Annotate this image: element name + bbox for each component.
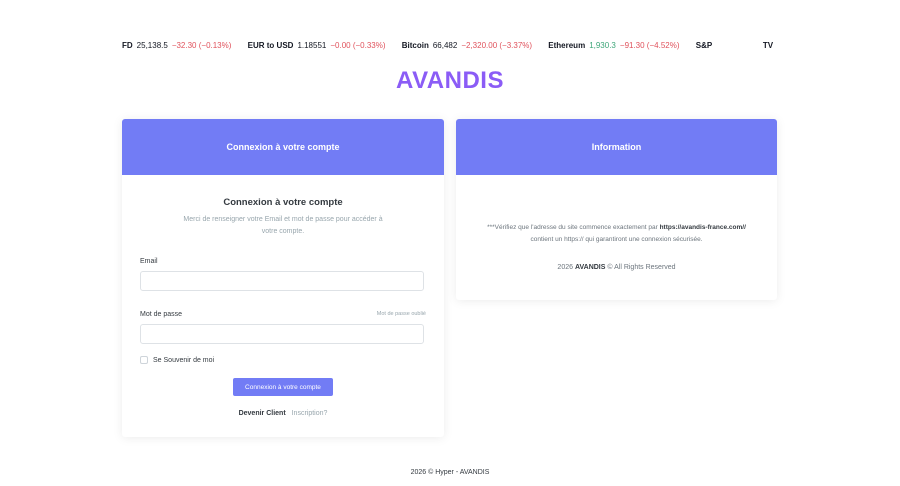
forgot-password-link[interactable]: Mot de passe oublié <box>377 311 426 318</box>
password-label-row: Mot de passe Mot de passe oublié <box>140 311 426 318</box>
notice-url: https://avandis-france.com// <box>659 224 746 231</box>
ticker-item[interactable]: FD 25,138.5 −32.30 (−0.13%) <box>122 39 231 53</box>
ticker-change: −2,320.00 (−3.37%) <box>461 41 533 50</box>
security-notice: ***Vérifiez que l'adresse du site commen… <box>476 222 757 246</box>
info-card: Information ***Vérifiez que l'adresse du… <box>456 119 777 300</box>
ticker-item[interactable]: Ethereum 1,930.3 −91.30 (−4.52%) <box>548 39 679 53</box>
ticker-price: 66,482 <box>432 41 458 50</box>
ticker-item[interactable]: S&P <box>696 39 716 53</box>
ticker-symbol: Bitcoin <box>401 41 429 50</box>
copyright-year: 2026 <box>557 264 573 271</box>
ticker-price: 1.18551 <box>297 41 327 50</box>
ticker-symbol: Ethereum <box>548 41 586 50</box>
copyright-brand: AVANDIS <box>574 264 606 271</box>
info-body: ***Vérifiez que l'adresse du site commen… <box>456 175 777 274</box>
remember-me[interactable]: Se Souvenir de moi <box>140 356 426 364</box>
login-card: Connexion à votre compte Connexion à vot… <box>122 119 444 437</box>
info-card-header: Information <box>456 119 777 175</box>
login-subtitle: Merci de renseigner votre Email et mot d… <box>183 216 383 235</box>
remember-me-label: Se Souvenir de moi <box>153 356 215 364</box>
email-field[interactable] <box>140 271 424 291</box>
ticker-change: −91.30 (−4.52%) <box>619 41 680 50</box>
ticker-symbol: FD <box>122 41 133 50</box>
notice-prefix: ***Vérifiez que l'adresse du site commen… <box>487 224 660 231</box>
email-label-row: Email <box>140 258 426 265</box>
password-field[interactable] <box>140 324 424 344</box>
email-label: Email <box>140 258 158 265</box>
notice-suffix: contient un https:// qui garantiront une… <box>530 236 703 243</box>
ticker-price: 1,930.3 <box>589 41 616 50</box>
signup-link[interactable]: Inscription? <box>292 410 328 417</box>
ticker-symbol: S&P <box>695 41 713 50</box>
signup-row: Devenir Client Inscription? <box>140 410 426 417</box>
ticker-change: −32.30 (−0.13%) <box>171 41 232 50</box>
ticker-tape[interactable]: FD 25,138.5 −32.30 (−0.13%) EUR to USD 1.18… <box>122 39 776 53</box>
login-title: Connexion à votre compte <box>223 197 343 208</box>
ticker-symbol: EUR to USD <box>247 41 294 50</box>
login-card-header: Connexion à votre compte <box>122 119 444 175</box>
info-copyright: 2026 AVANDIS © All Rights Reserved <box>476 262 757 274</box>
password-label: Mot de passe <box>140 311 183 318</box>
brand-logo[interactable]: AVANDIS <box>0 67 900 95</box>
tradingview-logo-icon[interactable]: TV <box>760 39 776 53</box>
ticker-change: −0.00 (−0.33%) <box>330 41 386 50</box>
page-footer: 2026 © Hyper - AVANDIS <box>410 469 490 476</box>
copyright-suffix: © All Rights Reserved <box>607 264 676 271</box>
login-form: Connexion à votre compte Merci de rensei… <box>122 197 444 417</box>
ticker-item[interactable]: EUR to USD 1.18551 −0.00 (−0.33%) <box>248 39 386 53</box>
remember-me-checkbox[interactable] <box>140 356 148 364</box>
ticker-price: 25,138.5 <box>136 41 168 50</box>
ticker-item[interactable]: Bitcoin 66,482 −2,320.00 (−3.37%) <box>402 39 532 53</box>
login-button[interactable]: Connexion à votre compte <box>233 378 333 396</box>
signup-label: Devenir Client <box>238 410 286 417</box>
